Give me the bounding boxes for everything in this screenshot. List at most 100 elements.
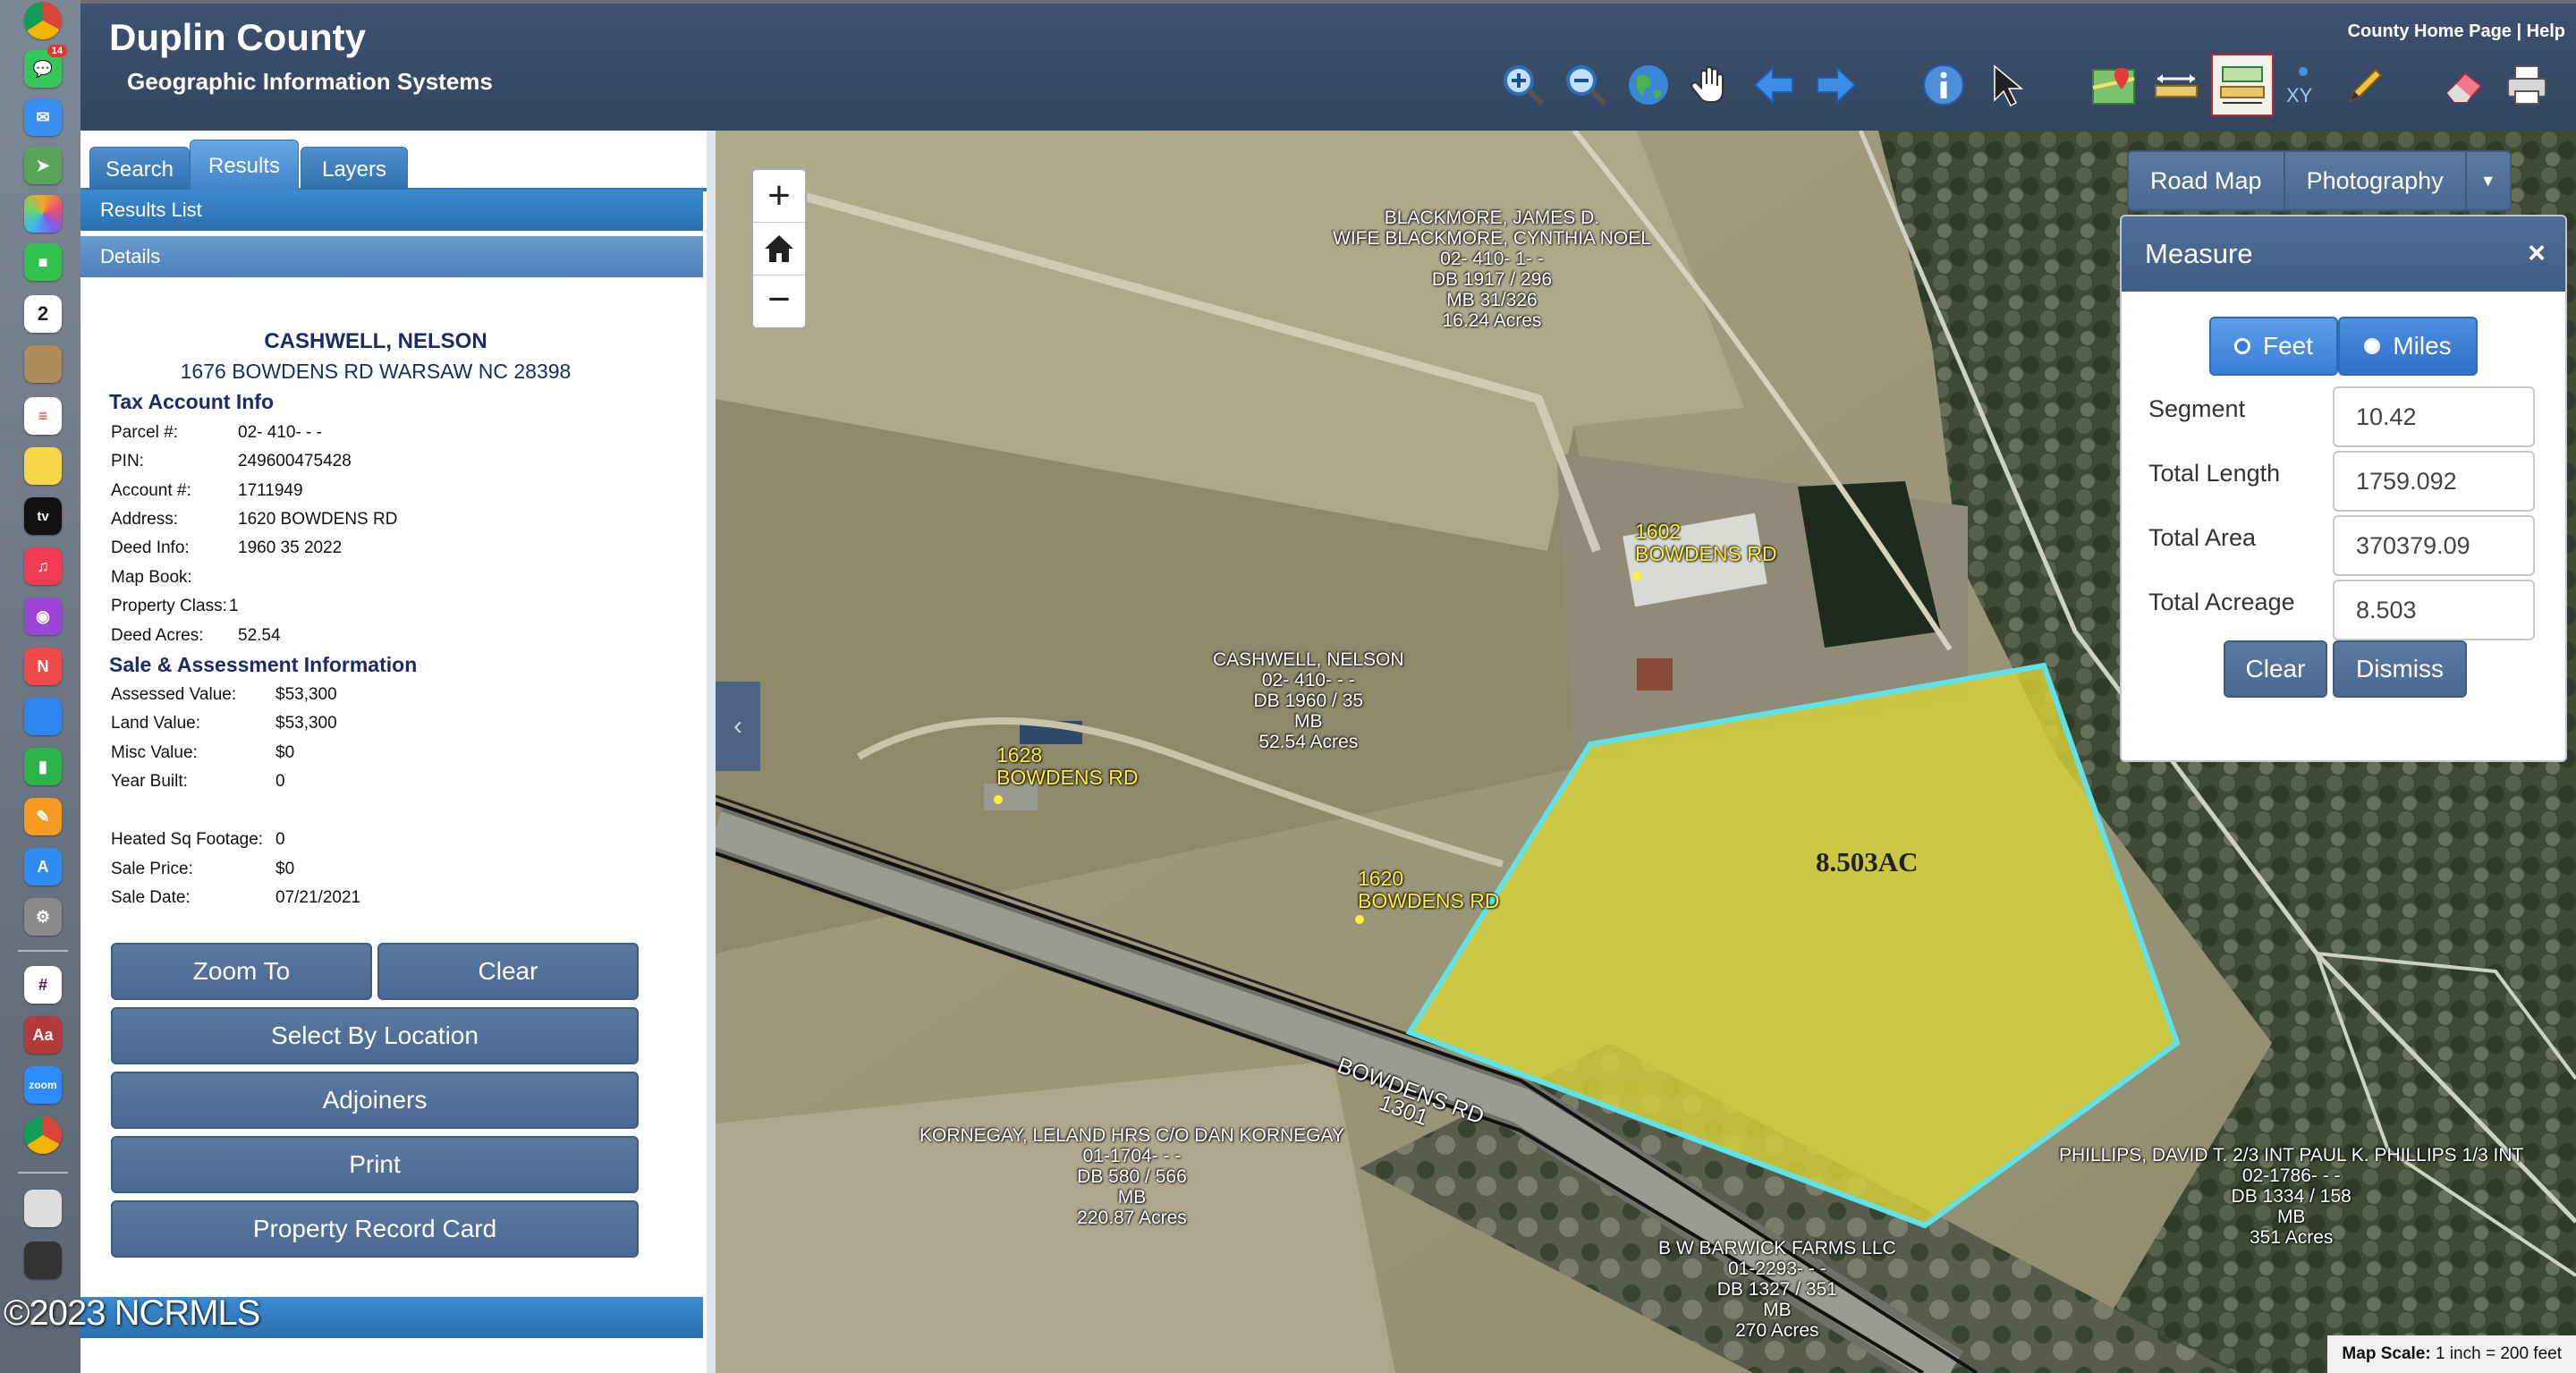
previous-extent-tool[interactable] bbox=[1748, 59, 1800, 111]
zoom-to-button[interactable]: Zoom To bbox=[111, 943, 372, 1000]
messages-icon[interactable]: 14 💬 bbox=[24, 45, 67, 88]
numbers-icon[interactable]: ▮ bbox=[24, 748, 62, 785]
unit-miles-label: Miles bbox=[2393, 332, 2452, 360]
news-icon[interactable]: N bbox=[24, 648, 62, 685]
measure-clear-button[interactable]: Clear bbox=[2224, 640, 2327, 698]
next-extent-tool[interactable] bbox=[1810, 59, 1862, 111]
sale-row: Sale Date: 07/21/2021 bbox=[111, 888, 360, 908]
tab-search[interactable]: Search bbox=[89, 147, 190, 191]
basemap-switcher: Road Map Photography ▼ bbox=[2127, 150, 2512, 211]
results-list-header[interactable]: Results List bbox=[80, 190, 703, 231]
tab-results[interactable]: Results bbox=[190, 140, 299, 191]
facetime-icon[interactable]: ■ bbox=[24, 243, 62, 281]
total-area-field[interactable]: 370379.09 bbox=[2333, 515, 2535, 576]
photography-button[interactable]: Photography bbox=[2284, 152, 2467, 209]
slack-icon[interactable]: # bbox=[24, 966, 62, 1004]
zoom-out-icon bbox=[1566, 65, 1607, 106]
close-icon[interactable]: × bbox=[2528, 236, 2546, 271]
property-record-card-button[interactable]: Property Record Card bbox=[111, 1200, 639, 1258]
basemap-dropdown-toggle[interactable]: ▼ bbox=[2466, 152, 2510, 209]
county-home-link[interactable]: County Home Page bbox=[2348, 21, 2512, 41]
sale-row: Sale Price: $0 bbox=[111, 860, 294, 879]
select-tool[interactable] bbox=[1980, 59, 2032, 111]
pages-icon[interactable]: ✎ bbox=[24, 798, 62, 835]
zoom-icon[interactable]: zoom bbox=[24, 1066, 62, 1104]
map-scale-value: 1 inch = 200 feet bbox=[2435, 1344, 2562, 1363]
document-icon[interactable] bbox=[24, 1190, 62, 1227]
xy-icon: XY bbox=[2286, 67, 2313, 106]
calendar-icon[interactable]: 2 bbox=[24, 295, 62, 333]
print-tool[interactable] bbox=[2501, 59, 2553, 111]
measure-widget: Measure × Feet Miles Segment 10.42 Total… bbox=[2120, 215, 2567, 762]
chrome-icon[interactable] bbox=[24, 2, 62, 39]
draw-tool[interactable] bbox=[2340, 59, 2392, 111]
address-number: 1628 bbox=[996, 743, 1043, 767]
measure-title: Measure bbox=[2145, 238, 2253, 269]
road-map-button[interactable]: Road Map bbox=[2129, 152, 2285, 209]
measure-area-tool[interactable] bbox=[2211, 54, 2274, 116]
parcel-label: KORNEGAY, LELAND HRS C/O DAN KORNEGAY 01… bbox=[919, 1125, 1344, 1228]
tax-row: Property Class: 1 bbox=[111, 597, 239, 616]
dictionary-icon[interactable]: Aa bbox=[24, 1016, 62, 1054]
maps-icon[interactable]: ➤ bbox=[24, 147, 62, 184]
details-header[interactable]: Details bbox=[80, 236, 703, 277]
settings-icon[interactable]: ⚙ bbox=[24, 898, 62, 936]
address-street: BOWDENS RD bbox=[996, 766, 1139, 789]
parcel-line: 02- 410- - - bbox=[1261, 670, 1355, 691]
info-icon bbox=[1923, 64, 1964, 106]
row-key: Address: bbox=[111, 510, 178, 529]
map-zoom-control: + − bbox=[751, 168, 807, 329]
zoom-in-tool[interactable] bbox=[1497, 59, 1549, 111]
measure-area-icon bbox=[2220, 66, 2265, 104]
xy-tool[interactable]: XY bbox=[2277, 59, 2329, 111]
chrome-icon-2[interactable] bbox=[24, 1116, 62, 1154]
erase-tool[interactable] bbox=[2438, 59, 2490, 111]
podcasts-icon[interactable]: ◉ bbox=[24, 598, 62, 635]
parcel-line: WIFE BLACKMORE, CYNTHIA NOEL bbox=[1333, 228, 1651, 249]
map-view[interactable]: BLACKMORE, JAMES D. WIFE BLACKMORE, CYNT… bbox=[716, 131, 2576, 1373]
music-icon[interactable]: ♫ bbox=[24, 547, 62, 585]
tab-layers[interactable]: Layers bbox=[301, 147, 408, 191]
total-acreage-field[interactable]: 8.503 bbox=[2333, 580, 2535, 640]
total-length-field[interactable]: 1759.092 bbox=[2333, 451, 2535, 512]
map-zoom-out-button[interactable]: − bbox=[753, 274, 805, 326]
print-button[interactable]: Print bbox=[111, 1136, 639, 1193]
zoom-out-tool[interactable] bbox=[1560, 59, 1612, 111]
tax-row: Deed Info: 1960 35 2022 bbox=[111, 538, 342, 558]
pan-tool[interactable] bbox=[1685, 59, 1737, 111]
select-by-location-button[interactable]: Select By Location bbox=[111, 1007, 639, 1064]
identify-tool[interactable] bbox=[1918, 59, 1970, 111]
clear-button[interactable]: Clear bbox=[377, 943, 639, 1000]
screenshot-icon[interactable] bbox=[24, 1242, 62, 1279]
parcel-line: CASHWELL, NELSON bbox=[1213, 649, 1404, 670]
appletv-icon[interactable]: tv bbox=[24, 497, 62, 535]
unit-miles-option[interactable]: Miles bbox=[2338, 317, 2478, 376]
notes-icon[interactable] bbox=[24, 447, 62, 485]
map-home-button[interactable] bbox=[753, 222, 805, 275]
contacts-icon[interactable] bbox=[24, 345, 62, 383]
collapse-panel-handle[interactable]: ‹ bbox=[716, 682, 760, 771]
photos-icon[interactable] bbox=[24, 195, 62, 233]
unit-feet-option[interactable]: Feet bbox=[2209, 317, 2338, 376]
sale-row: Misc Value: $0 bbox=[111, 743, 294, 763]
address-label: 1620 BOWDENS RD bbox=[1358, 868, 1499, 912]
parcel-line: 16.24 Acres bbox=[1442, 310, 1542, 331]
reminders-icon[interactable]: ≡ bbox=[24, 397, 62, 435]
row-value: 1620 BOWDENS RD bbox=[238, 510, 398, 529]
map-zoom-in-button[interactable]: + bbox=[753, 170, 805, 222]
owner-address: 1676 BOWDENS RD WARSAW NC 28398 bbox=[180, 360, 572, 383]
measure-distance-tool[interactable] bbox=[2150, 59, 2202, 111]
parcel-line: KORNEGAY, LELAND HRS C/O DAN KORNEGAY bbox=[919, 1125, 1344, 1146]
adjoiners-button[interactable]: Adjoiners bbox=[111, 1072, 639, 1129]
mail-icon[interactable]: ✉ bbox=[24, 98, 62, 136]
address-street: BOWDENS RD bbox=[1635, 542, 1777, 565]
full-extent-tool[interactable] bbox=[1623, 59, 1674, 111]
map-link-tool[interactable] bbox=[2088, 59, 2140, 111]
radio-unselected-icon bbox=[2364, 338, 2381, 354]
keynote-icon[interactable] bbox=[24, 698, 62, 735]
appstore-icon[interactable]: A bbox=[24, 848, 62, 886]
help-link[interactable]: Help bbox=[2527, 21, 2565, 41]
row-value: 02- 410- - - bbox=[238, 423, 322, 442]
segment-field[interactable]: 10.42 bbox=[2333, 386, 2535, 447]
measure-dismiss-button[interactable]: Dismiss bbox=[2333, 640, 2467, 698]
